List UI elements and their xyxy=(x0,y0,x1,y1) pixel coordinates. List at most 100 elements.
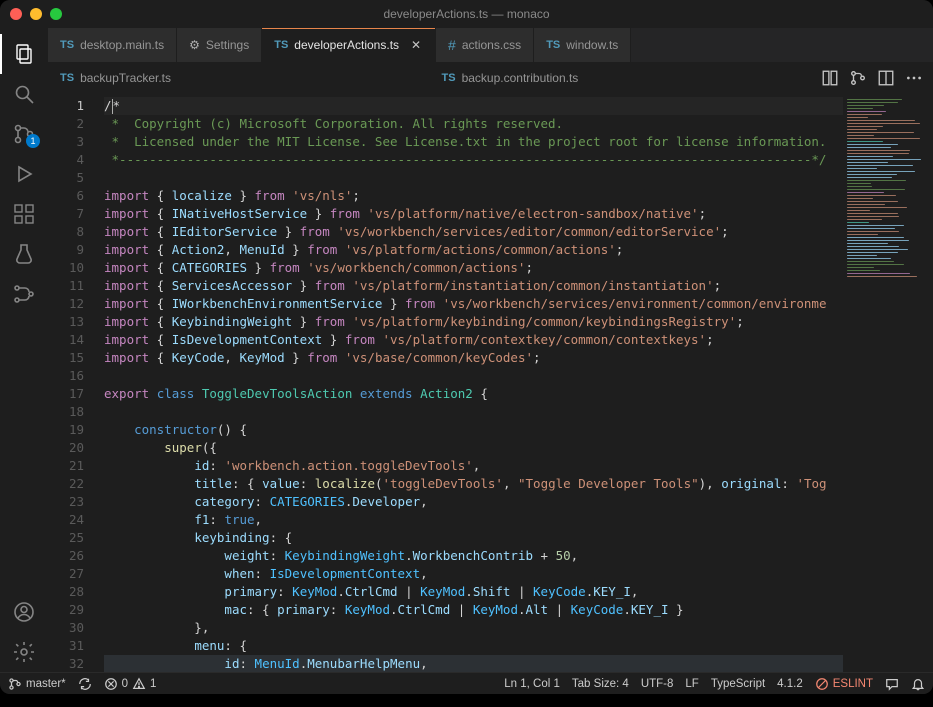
code-line: import { CATEGORIES } from 'vs/workbench… xyxy=(104,259,843,277)
git-action-button[interactable] xyxy=(849,69,867,87)
compare-changes-button[interactable] xyxy=(821,69,839,87)
status-tabsize[interactable]: Tab Size: 4 xyxy=(572,678,629,690)
sync-icon xyxy=(78,677,92,691)
line-number: 29 xyxy=(48,601,84,619)
code-line xyxy=(104,403,843,421)
debug-icon xyxy=(12,162,36,186)
gear-icon: ⚙ xyxy=(189,38,200,52)
close-window-button[interactable] xyxy=(10,8,22,20)
branch-icon xyxy=(8,677,22,691)
code-line: primary: KeyMod.CtrlCmd | KeyMod.Shift |… xyxy=(104,583,843,601)
split-editor-button[interactable] xyxy=(877,69,895,87)
line-number: 21 xyxy=(48,457,84,475)
line-number: 27 xyxy=(48,565,84,583)
status-eol[interactable]: LF xyxy=(685,678,698,690)
code-area[interactable]: /* * Copyright (c) Microsoft Corporation… xyxy=(98,93,843,672)
editor-body[interactable]: 1234567891011121314151617181920212223242… xyxy=(48,93,933,672)
code-line: * Licensed under the MIT License. See Li… xyxy=(104,133,843,151)
line-gutter: 1234567891011121314151617181920212223242… xyxy=(48,93,98,672)
minimize-window-button[interactable] xyxy=(30,8,42,20)
code-line: * Copyright (c) Microsoft Corporation. A… xyxy=(104,115,843,133)
maximize-window-button[interactable] xyxy=(50,8,62,20)
activity-debug[interactable] xyxy=(0,154,48,194)
code-line: }, xyxy=(104,619,843,637)
line-number: 6 xyxy=(48,187,84,205)
eslint-disabled-icon xyxy=(815,677,829,691)
status-bell[interactable] xyxy=(911,677,925,691)
code-line xyxy=(104,367,843,385)
line-number: 12 xyxy=(48,295,84,313)
tab-label: actions.css xyxy=(462,38,521,52)
code-line xyxy=(104,169,843,187)
activity-bar: 1 xyxy=(0,28,48,672)
editor-group: TSdesktop.main.ts ⚙ Settings TS developerAct… xyxy=(48,28,933,672)
error-count: 0 xyxy=(122,678,128,690)
activity-settings[interactable] xyxy=(0,632,48,672)
line-number: 17 xyxy=(48,385,84,403)
status-eslint[interactable]: ESLINT xyxy=(815,677,873,691)
activity-testing[interactable] xyxy=(0,234,48,274)
line-number: 15 xyxy=(48,349,84,367)
tab-actions xyxy=(811,63,933,92)
search-icon xyxy=(12,82,36,106)
status-branch[interactable]: master* xyxy=(8,677,66,691)
code-line: import { Action2, MenuId } from 'vs/plat… xyxy=(104,241,843,259)
line-number: 20 xyxy=(48,439,84,457)
status-language[interactable]: TypeScript xyxy=(711,678,765,690)
activity-references[interactable] xyxy=(0,274,48,314)
tabs-row-1: TSdesktop.main.ts ⚙ Settings TS developerAct… xyxy=(48,28,933,63)
activity-search[interactable] xyxy=(0,74,48,114)
more-actions-button[interactable] xyxy=(905,69,923,87)
code-line: import { KeyCode, KeyMod } from 'vs/base… xyxy=(104,349,843,367)
code-line: category: CATEGORIES.Developer, xyxy=(104,493,843,511)
css-icon: # xyxy=(448,37,456,53)
editor-tab[interactable]: TSdesktop.main.ts xyxy=(48,28,177,62)
line-number: 32 xyxy=(48,655,84,672)
diff-icon xyxy=(821,69,839,87)
code-line: weight: KeybindingWeight.WorkbenchContri… xyxy=(104,547,843,565)
status-problems[interactable]: 0 1 xyxy=(104,677,157,691)
ts-icon: TS xyxy=(546,39,560,51)
code-line: import { ServicesAccessor } from 'vs/pla… xyxy=(104,277,843,295)
close-icon[interactable]: ✕ xyxy=(409,38,423,52)
code-line: title: { value: localize('toggleDevTools… xyxy=(104,475,843,493)
status-ts-version[interactable]: 4.1.2 xyxy=(777,678,803,690)
editor-tab[interactable]: TSwindow.ts xyxy=(534,28,631,62)
activity-explorer[interactable] xyxy=(0,34,48,74)
warning-count: 1 xyxy=(150,678,156,690)
editor-tab[interactable]: # actions.css xyxy=(436,28,534,62)
editor-tab[interactable]: TSbackupTracker.ts xyxy=(48,63,430,92)
code-line: *---------------------------------------… xyxy=(104,151,843,169)
scm-badge: 1 xyxy=(26,134,40,148)
activity-account[interactable] xyxy=(0,592,48,632)
split-icon xyxy=(877,69,895,87)
ts-icon: TS xyxy=(274,39,288,51)
account-icon xyxy=(12,600,36,624)
line-number: 13 xyxy=(48,313,84,331)
status-cursor[interactable]: Ln 1, Col 1 xyxy=(504,678,560,690)
more-icon xyxy=(905,69,923,87)
editor-tab[interactable]: TSbackup.contribution.ts xyxy=(430,63,812,92)
status-encoding[interactable]: UTF-8 xyxy=(641,678,674,690)
code-line: mac: { primary: KeyMod.CtrlCmd | KeyMod.… xyxy=(104,601,843,619)
line-number: 16 xyxy=(48,367,84,385)
line-number: 14 xyxy=(48,331,84,349)
editor-tab[interactable]: ⚙ Settings xyxy=(177,28,262,62)
activity-extensions[interactable] xyxy=(0,194,48,234)
line-number: 19 xyxy=(48,421,84,439)
editor-tab[interactable]: TS developerActions.ts ✕ xyxy=(262,28,436,62)
window-controls xyxy=(10,8,62,20)
git-icon xyxy=(849,69,867,87)
code-line: keybinding: { xyxy=(104,529,843,547)
code-line: id: 'workbench.action.toggleDevTools', xyxy=(104,457,843,475)
code-line: import { IsDevelopmentContext } from 'vs… xyxy=(104,331,843,349)
tab-label: developerActions.ts xyxy=(294,38,399,52)
status-sync[interactable] xyxy=(78,677,92,691)
minimap[interactable] xyxy=(843,93,933,672)
activity-scm[interactable]: 1 xyxy=(0,114,48,154)
code-line: super({ xyxy=(104,439,843,457)
tab-label: Settings xyxy=(206,38,249,52)
status-feedback[interactable] xyxy=(885,677,899,691)
line-number: 2 xyxy=(48,115,84,133)
line-number: 1 xyxy=(48,97,84,115)
